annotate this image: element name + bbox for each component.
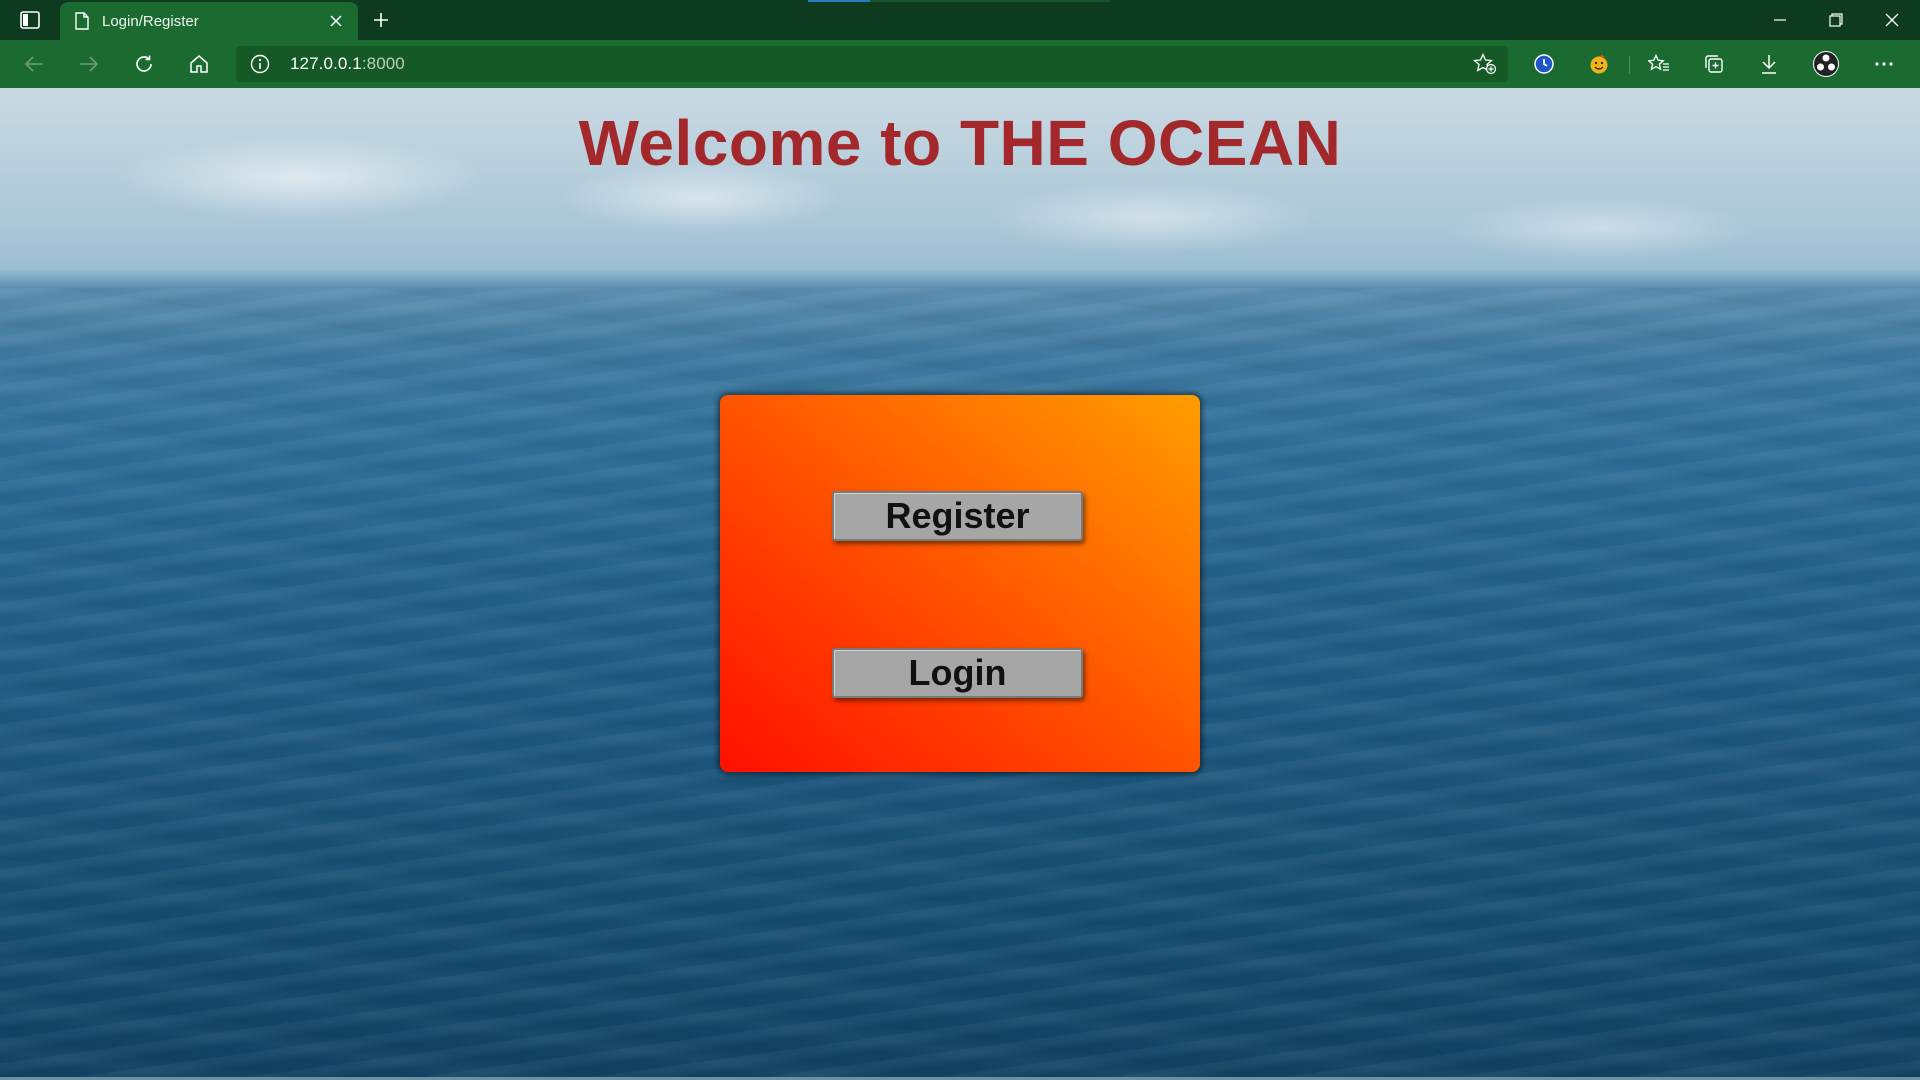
url-port: :8000 — [361, 54, 405, 73]
downloads-button[interactable] — [1751, 48, 1787, 80]
plus-icon — [374, 13, 388, 27]
loading-indicator — [808, 0, 1110, 2]
profile-avatar-icon — [1813, 51, 1839, 77]
info-icon — [250, 54, 270, 74]
site-info-button[interactable] — [250, 54, 270, 74]
back-arrow-icon — [24, 56, 43, 72]
close-window-icon — [1885, 13, 1899, 27]
page-viewport: Welcome to THE OCEAN Register Login — [0, 88, 1920, 1080]
window-controls — [1752, 0, 1920, 40]
tab-actions-button[interactable] — [10, 8, 50, 32]
home-icon — [190, 55, 208, 73]
collections-button[interactable] — [1696, 48, 1732, 80]
address-bar[interactable]: 127.0.0.1:8000 — [236, 46, 1508, 82]
forward-button[interactable] — [71, 48, 107, 80]
url-host: 127.0.0.1 — [290, 54, 362, 73]
restore-button[interactable] — [1808, 0, 1864, 40]
minimize-icon — [1774, 19, 1786, 21]
star-add-icon — [1473, 53, 1497, 75]
more-button[interactable] — [1866, 48, 1902, 80]
extension-clock-button[interactable] — [1526, 48, 1562, 80]
emoji-extension-icon — [1590, 54, 1608, 74]
browser-toolbar: 127.0.0.1:8000 — [0, 40, 1920, 88]
clock-extension-icon — [1534, 54, 1554, 74]
refresh-button[interactable] — [126, 48, 162, 80]
close-icon — [330, 15, 342, 27]
more-icon — [1875, 62, 1893, 66]
toolbar-separator — [1629, 56, 1630, 74]
register-button[interactable]: Register — [832, 491, 1083, 541]
favorites-icon — [1648, 54, 1669, 71]
tab-strip: Login/Register — [0, 0, 1920, 40]
home-button[interactable] — [181, 48, 217, 80]
restore-icon — [1829, 13, 1843, 27]
login-button[interactable]: Login — [832, 648, 1083, 698]
forward-arrow-icon — [80, 56, 99, 72]
profile-button[interactable] — [1808, 48, 1844, 80]
auth-panel: Register Login — [720, 395, 1200, 772]
minimize-button[interactable] — [1752, 0, 1808, 40]
tab-actions-icon — [20, 11, 40, 29]
close-window-button[interactable] — [1864, 0, 1920, 40]
extension-emoji-button[interactable] — [1581, 48, 1617, 80]
new-tab-button[interactable] — [366, 6, 396, 34]
page-icon — [75, 12, 89, 30]
back-button[interactable] — [16, 48, 52, 80]
refresh-icon — [136, 55, 152, 72]
url-text[interactable]: 127.0.0.1:8000 — [290, 54, 405, 74]
active-tab[interactable]: Login/Register — [60, 2, 358, 40]
favorites-button[interactable] — [1641, 48, 1677, 80]
add-favorite-button[interactable] — [1472, 52, 1498, 76]
close-tab-button[interactable] — [324, 9, 348, 33]
page-title: Welcome to THE OCEAN — [578, 107, 1342, 179]
download-icon — [1762, 55, 1776, 74]
tab-title: Login/Register — [102, 12, 199, 30]
collections-icon — [1705, 55, 1723, 73]
